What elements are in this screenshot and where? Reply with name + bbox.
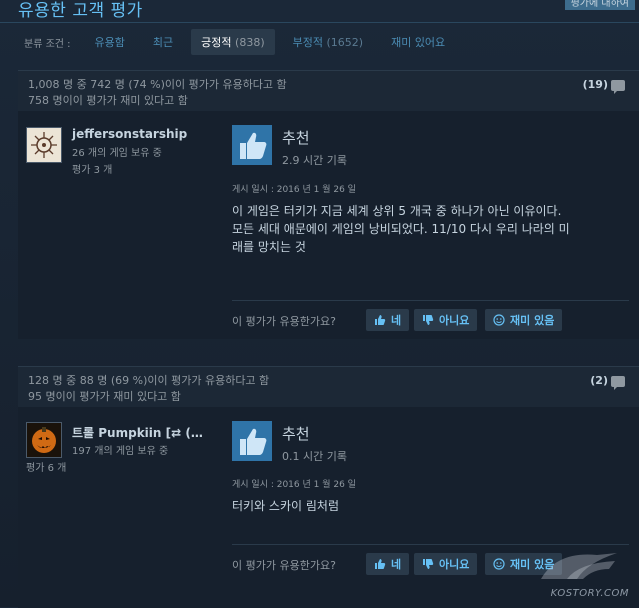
review-text-line: 래를 망치는 것 bbox=[232, 240, 306, 254]
helpful-count-line: 128 명 중 88 명 (69 %)이이 평가가 유용하다고 함 bbox=[28, 374, 270, 387]
review-divider bbox=[232, 300, 629, 301]
watermark-logo bbox=[541, 553, 617, 579]
reviewer-games-owned: 26 개의 게임 보유 중 bbox=[72, 148, 162, 159]
vote-yes-label: 네 bbox=[391, 558, 402, 571]
about-reviews-tab[interactable]: 평가에 대하여 bbox=[564, 0, 635, 10]
hours-played: 0.1 시간 기록 bbox=[282, 450, 347, 463]
vote-yes-label: 네 bbox=[391, 314, 402, 327]
thumbs-up-icon bbox=[375, 559, 386, 569]
review-text-line: 모든 세대 애문에이 게임의 낭비되었다. 11/10 다시 우리 나라의 미 bbox=[232, 222, 570, 236]
vote-yes-button[interactable]: 네 bbox=[366, 309, 410, 331]
filter-tab-label: 부정적 bbox=[292, 36, 323, 49]
thumbs-down-icon bbox=[423, 559, 434, 569]
filter-tab-count: (1652) bbox=[326, 36, 364, 49]
posted-date: 게시 일시 : 2016 년 1 월 26 일 bbox=[232, 185, 356, 195]
vote-yes-button[interactable]: 네 bbox=[366, 553, 410, 575]
funny-count-line: 95 명이이 평가가 재미 있다고 함 bbox=[28, 390, 181, 403]
filter-tab-funny[interactable]: 재미 있어요 bbox=[381, 29, 455, 55]
recommendation-label: 추천 bbox=[282, 129, 310, 147]
comment-icon bbox=[611, 79, 625, 94]
recommendation-label: 추천 bbox=[282, 425, 310, 443]
vote-no-button[interactable]: 아니요 bbox=[414, 553, 478, 575]
vote-no-button[interactable]: 아니요 bbox=[414, 309, 478, 331]
comment-icon bbox=[611, 375, 625, 390]
avatar[interactable] bbox=[26, 422, 62, 458]
vote-funny-button[interactable]: 재미 있음 bbox=[485, 309, 563, 331]
smile-icon bbox=[493, 558, 505, 570]
page-title: 유용한 고객 평가 bbox=[18, 1, 143, 21]
helpful-count-line: 1,008 명 중 742 명 (74 %)이이 평가가 유용하다고 함 bbox=[28, 78, 287, 91]
review-filter-bar: 분류 조건 : 유용함 최근 긍정적 (838) 부정적 (1652) 재미 있… bbox=[0, 28, 639, 56]
vote-funny-label: 재미 있음 bbox=[510, 314, 555, 327]
review-body: 터키와 스카이 림처럼 bbox=[232, 497, 628, 515]
filter-tab-label: 최근 bbox=[152, 36, 174, 49]
filter-label: 분류 조건 : bbox=[24, 38, 71, 50]
thumbs-up-icon bbox=[375, 315, 386, 325]
header-divider bbox=[0, 22, 639, 23]
funny-count-line: 758 명이이 평가가 재미 있다고 함 bbox=[28, 94, 188, 107]
filter-tab-positive[interactable]: 긍정적 (838) bbox=[191, 29, 275, 55]
review-divider bbox=[232, 544, 629, 545]
filter-tab-label: 재미 있어요 bbox=[391, 36, 446, 49]
filter-tab-negative[interactable]: 부정적 (1652) bbox=[283, 29, 373, 55]
reviewer-games-owned: 197 개의 게임 보유 중 bbox=[72, 446, 169, 457]
filter-tab-label: 긍정적 bbox=[201, 36, 232, 49]
comment-count[interactable]: (2) bbox=[590, 373, 625, 390]
comment-count[interactable]: (19) bbox=[582, 77, 625, 94]
review-text-line: 이 게임은 터키가 지금 세계 상위 5 개국 중 하나가 아닌 이유이다. bbox=[232, 204, 562, 218]
thumbs-up-icon bbox=[232, 421, 272, 461]
vote-no-label: 아니요 bbox=[439, 314, 470, 327]
filter-tab-label: 유용함 bbox=[94, 36, 125, 49]
avatar[interactable] bbox=[26, 127, 62, 163]
thumbs-up-icon bbox=[232, 125, 272, 165]
hours-played: 2.9 시간 기록 bbox=[282, 154, 347, 167]
reviewer-name[interactable]: jeffersonstarship bbox=[72, 127, 187, 141]
posted-date: 게시 일시 : 2016 년 1 월 26 일 bbox=[232, 480, 356, 490]
smile-icon bbox=[493, 314, 505, 326]
review-text-line: 터키와 스카이 림처럼 bbox=[232, 499, 339, 513]
filter-tab-recent[interactable]: 최근 bbox=[143, 29, 183, 55]
filter-tab-helpful[interactable]: 유용함 bbox=[85, 29, 135, 55]
helpful-question: 이 평가가 유용한가요? bbox=[232, 315, 336, 328]
reviewer-review-count[interactable]: 평가 3 개 bbox=[72, 161, 112, 176]
comment-count-value: (2) bbox=[590, 374, 608, 387]
review-body: 이 게임은 터키가 지금 세계 상위 5 개국 중 하나가 아닌 이유이다. 모… bbox=[232, 202, 628, 256]
helpful-question: 이 평가가 유용한가요? bbox=[232, 559, 336, 572]
review-vote-summary: 128 명 중 88 명 (69 %)이이 평가가 유용하다고 함 95 명이이… bbox=[18, 367, 639, 407]
reviewer-review-count[interactable]: 평가 6 개 bbox=[26, 459, 66, 474]
vote-no-label: 아니요 bbox=[439, 558, 470, 571]
thumbs-down-icon bbox=[423, 315, 434, 325]
filter-tab-count: (838) bbox=[235, 36, 265, 49]
comment-count-value: (19) bbox=[582, 78, 608, 91]
review-vote-summary: 1,008 명 중 742 명 (74 %)이이 평가가 유용하다고 함 758… bbox=[18, 71, 639, 111]
reviewer-name[interactable]: 트롤 Pumpkiin [⇄ (… bbox=[72, 424, 203, 441]
watermark-text: KOSTORY.COM bbox=[550, 588, 629, 599]
review-card: 1,008 명 중 742 명 (74 %)이이 평가가 유용하다고 함 758… bbox=[18, 70, 639, 339]
